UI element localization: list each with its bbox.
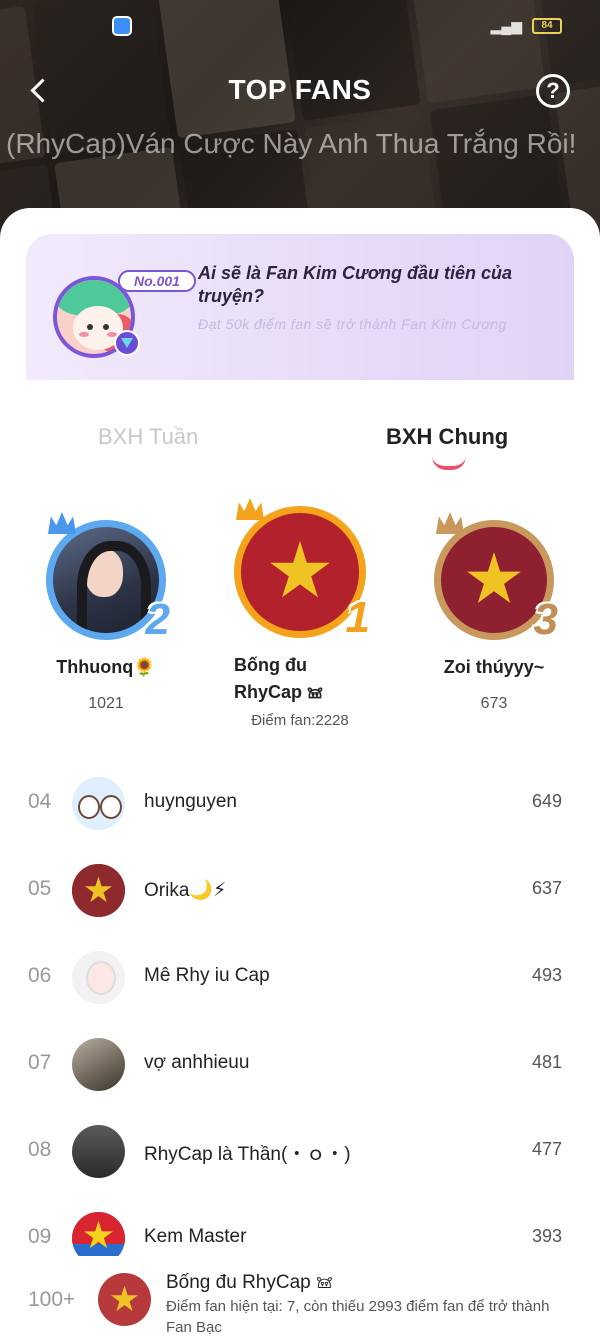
fan-name: huynguyen <box>144 791 237 812</box>
fan-score: 481 <box>531 1052 562 1072</box>
podium-rank-2[interactable]: 2 Thhuonq🌻 1021 <box>40 520 172 713</box>
avatar: 3 <box>434 520 558 642</box>
rank-badge: No.001 <box>118 270 196 292</box>
leaderboard-sheet: No.001 Ai sẽ là Fan Kim Cương đầu tiên c… <box>0 208 600 1343</box>
avatar <box>72 777 125 830</box>
ranking-tabs: BXH Tuần BXH Chung <box>0 418 600 470</box>
fan-name: Mê Rhy iu Cap <box>144 965 270 986</box>
tab-weekly[interactable]: BXH Tuần <box>98 424 198 450</box>
help-button[interactable]: ? <box>536 74 570 108</box>
crown-icon <box>236 498 264 520</box>
diamond-fan-promo: No.001 Ai sẽ là Fan Kim Cương đầu tiên c… <box>26 234 574 380</box>
my-points-progress: Điểm fan hiện tại: 7, còn thiếu 2993 điể… <box>166 1298 550 1336</box>
tab-overall[interactable]: BXH Chung <box>386 424 510 450</box>
my-name: Bống đu RhyCap 𖠌 <box>166 1272 333 1293</box>
rank-number: 07 <box>28 1051 52 1074</box>
crown-icon <box>48 512 76 534</box>
crown-icon <box>436 512 464 534</box>
rank-number: 2 <box>145 595 170 644</box>
avatar <box>72 1038 125 1091</box>
active-tab-indicator <box>432 456 466 470</box>
status-bar: ▂▄▆ 84 <box>0 14 600 40</box>
fan-score: Điểm fan:2228 <box>251 712 349 729</box>
rank-number: 04 <box>28 790 52 813</box>
fan-score: 637 <box>531 878 562 898</box>
fan-name: Kem Master <box>144 1226 247 1247</box>
rank-number: 1 <box>345 593 370 642</box>
my-avatar <box>98 1273 151 1326</box>
rank-number: 3 <box>533 595 558 644</box>
podium-rank-1[interactable]: 1 Bống đu RhyCap 𖠌 Điểm fan:2228 <box>226 506 374 729</box>
my-rank-number: 100+ <box>28 1288 76 1311</box>
fan-score: 673 <box>480 695 508 712</box>
fan-name: RhyCap là Thần(・ｏ・) <box>144 1144 351 1165</box>
top-bar: TOP FANS ? <box>0 66 600 116</box>
battery-icon: 84 <box>532 18 562 34</box>
avatar: 1 <box>234 506 370 640</box>
fan-name: Thhuonq🌻 <box>56 657 156 677</box>
list-item[interactable]: 07 vợ anhhieuu 481 <box>0 1023 600 1110</box>
fan-name: Zoi thúyyy~ <box>443 657 545 677</box>
fan-name: Bống đu RhyCap 𖠌 <box>234 655 323 702</box>
avatar <box>72 864 125 917</box>
signal-icon: ▂▄▆ <box>490 18 522 34</box>
fan-name: vợ anhhieuu <box>144 1052 250 1073</box>
leaderboard-list: 04 huynguyen 649 05 Orika🌙⚡ 637 06 Mê Rh… <box>0 762 600 1284</box>
list-item[interactable]: 06 Mê Rhy iu Cap 493 <box>0 936 600 1023</box>
question-circle-icon: ? <box>546 78 560 103</box>
story-title: (RhyCap)Ván Cược Này Anh Thua Trắng Rồi! <box>6 128 577 159</box>
rank-number: 08 <box>28 1138 52 1161</box>
fan-score: 477 <box>531 1139 562 1159</box>
list-item[interactable]: 08 RhyCap là Thần(・ｏ・) 477 <box>0 1110 600 1197</box>
promo-title: Ai sẽ là Fan Kim Cương đầu tiên của truy… <box>198 263 512 306</box>
diamond-icon <box>114 330 140 356</box>
fan-score: 1021 <box>88 695 124 712</box>
fan-score: 393 <box>531 1226 562 1246</box>
page-title: TOP FANS <box>228 74 372 105</box>
fan-score: 493 <box>531 965 562 985</box>
fan-name: Orika🌙⚡ <box>144 880 227 901</box>
rank-number: 09 <box>28 1225 52 1248</box>
list-item[interactable]: 04 huynguyen 649 <box>0 762 600 849</box>
avatar <box>72 1125 125 1178</box>
rank-number: 06 <box>28 964 52 987</box>
list-item[interactable]: 05 Orika🌙⚡ 637 <box>0 849 600 936</box>
my-rank-bar[interactable]: 100+ Bống đu RhyCap 𖠌 Điểm fan hiện tại:… <box>0 1256 600 1343</box>
avatar <box>72 951 125 1004</box>
promo-subtitle: Đạt 50k điểm fan sẽ trở thành Fan Kim Cư… <box>198 316 507 332</box>
fan-score: 649 <box>531 791 562 811</box>
app-notification-icon <box>112 16 132 36</box>
podium-rank-3[interactable]: 3 Zoi thúyyy~ 673 <box>428 520 560 713</box>
rank-number: 05 <box>28 877 52 900</box>
avatar: 2 <box>46 520 170 642</box>
